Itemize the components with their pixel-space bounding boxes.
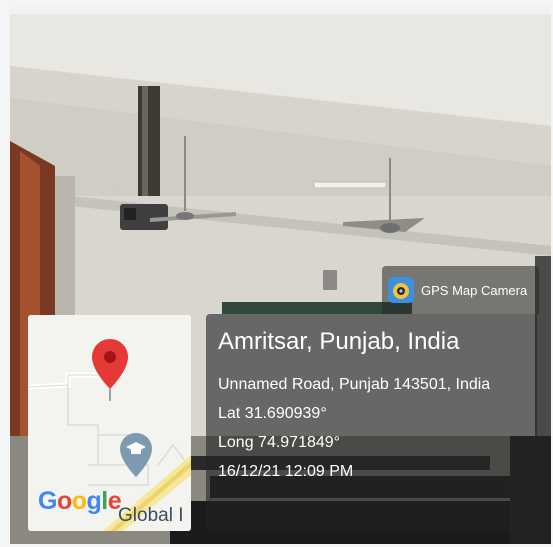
brand-letter: o [56, 487, 72, 515]
location-lat: Lat 31.690939° [218, 405, 327, 422]
map-brand-logo: Google [38, 487, 122, 516]
brand-letter: g [86, 487, 102, 515]
gps-badge: GPS Map Camera [382, 266, 539, 314]
photo-frame: GPS Map Camera Google Global I Amritsar,… [10, 6, 551, 544]
map-thumbnail[interactable]: Google Global I [28, 315, 191, 531]
school-marker-icon [120, 433, 152, 477]
map-poi-label: Global I [118, 505, 184, 526]
gps-map-camera-icon [388, 277, 414, 303]
badge-app-name: GPS Map Camera [421, 282, 528, 298]
brand-letter: G [38, 487, 57, 515]
brand-letter: o [71, 487, 87, 515]
location-datetime: 16/12/21 12:09 PM [218, 463, 354, 480]
location-long: Long 74.971849° [218, 434, 341, 451]
location-address: Unnamed Road, Punjab 143501, India [218, 376, 491, 393]
location-info-panel: Amritsar, Punjab, India Unnamed Road, Pu… [206, 314, 537, 531]
location-place: Amritsar, Punjab, India [218, 328, 460, 355]
map-pin-icon [92, 339, 128, 401]
